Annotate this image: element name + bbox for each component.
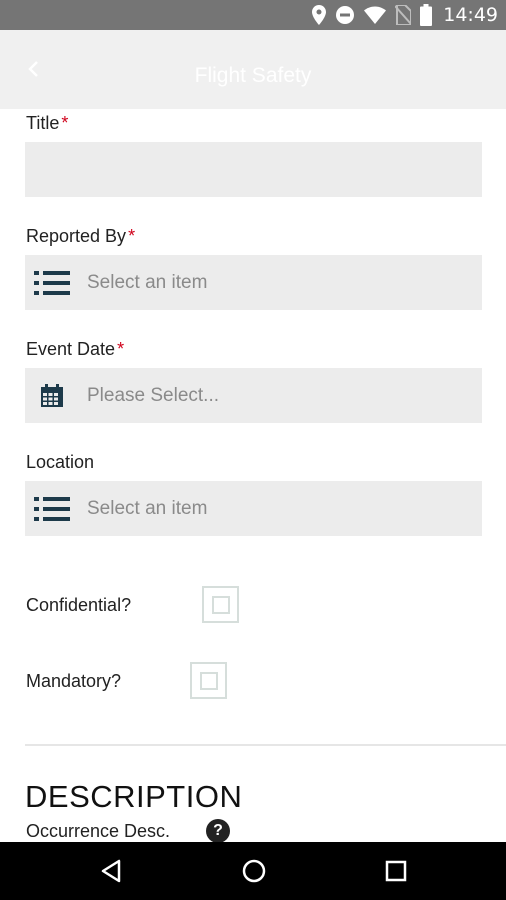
required-marker: * <box>117 339 125 359</box>
list-icon <box>34 495 70 523</box>
nav-home-button[interactable] <box>241 858 267 884</box>
nav-recents-button[interactable] <box>383 858 409 884</box>
status-time: 14:49 <box>443 4 498 26</box>
reported-by-label: Reported By * <box>26 226 135 247</box>
home-circle-icon <box>242 859 266 883</box>
page-title: Flight Safety <box>194 64 312 87</box>
back-triangle-icon <box>101 859 121 883</box>
location-label-text: Location <box>26 452 95 472</box>
title-label-text: Title <box>26 113 60 133</box>
location-placeholder: Select an item <box>87 497 208 519</box>
reported-by-label-text: Reported By <box>26 226 127 246</box>
confidential-checkbox[interactable] <box>202 586 239 623</box>
event-date-picker[interactable]: Please Select... <box>25 368 482 423</box>
description-heading: DESCRIPTION <box>25 779 243 814</box>
mandatory-label: Mandatory? <box>26 671 122 691</box>
nav-back-button[interactable] <box>99 858 125 884</box>
app-bar: Flight Safety <box>0 30 506 109</box>
calendar-icon <box>34 382 70 410</box>
mandatory-checkbox[interactable] <box>190 662 227 699</box>
event-date-placeholder: Please Select... <box>87 384 220 406</box>
no-sim-icon <box>395 5 412 25</box>
recents-square-icon <box>385 860 407 882</box>
confidential-label: Confidential? <box>26 595 132 615</box>
help-icon[interactable]: ? <box>206 819 230 843</box>
occurrence-desc-label: Occurrence Desc. <box>26 821 171 841</box>
wifi-icon <box>364 6 387 24</box>
status-icons: 14:49 <box>312 0 498 30</box>
list-icon <box>34 269 70 297</box>
checkbox-inner <box>199 671 218 690</box>
title-input[interactable] <box>25 142 482 197</box>
navigation-bar <box>0 842 506 900</box>
do-not-disturb-icon <box>336 6 355 24</box>
required-marker: * <box>61 113 69 133</box>
section-divider <box>25 744 506 746</box>
location-icon <box>312 5 327 25</box>
status-bar: 14:49 <box>0 0 506 30</box>
required-marker: * <box>128 226 136 246</box>
title-label: Title * <box>26 113 68 134</box>
checkbox-inner <box>211 595 230 614</box>
event-date-label-text: Event Date <box>26 339 116 359</box>
reported-by-select[interactable]: Select an item <box>25 255 482 310</box>
location-label: Location <box>26 452 94 473</box>
reported-by-placeholder: Select an item <box>87 271 208 293</box>
location-select[interactable]: Select an item <box>25 481 482 536</box>
battery-icon <box>420 4 433 26</box>
event-date-label: Event Date * <box>26 339 124 360</box>
